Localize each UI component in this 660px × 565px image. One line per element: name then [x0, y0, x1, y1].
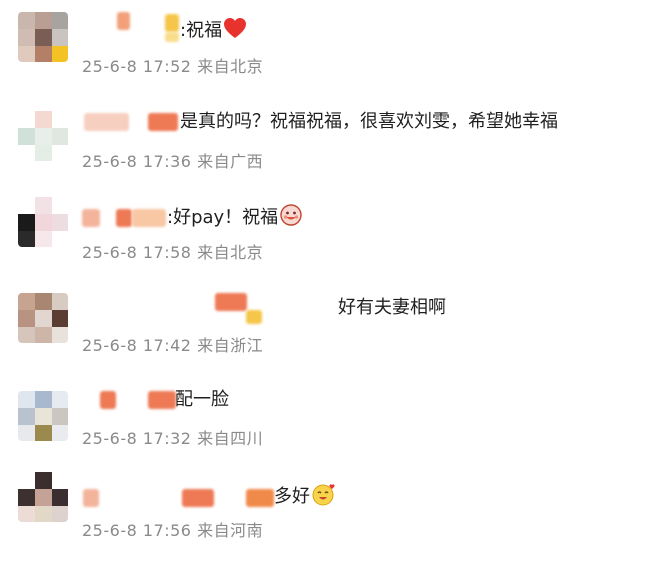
smiling-face-icon	[279, 203, 303, 233]
comment-text: 好有夫妻相啊	[338, 297, 446, 318]
location: 来自北京	[197, 243, 264, 262]
location: 来自北京	[197, 57, 264, 76]
username-blurred[interactable]	[132, 209, 166, 227]
username-blurred[interactable]	[215, 293, 247, 311]
comment-text: 是真的吗？祝福祝福，很喜欢刘雯，希望她幸福	[180, 111, 558, 132]
comment-meta: 25-6-8 17:32 来自四川	[82, 425, 263, 449]
username-blurred[interactable]	[117, 12, 130, 30]
comment-meta: 25-6-8 17:36 来自广西	[82, 148, 263, 172]
username-blurred[interactable]	[83, 489, 99, 507]
avatar[interactable]	[18, 197, 68, 247]
timestamp: 25-6-8 17:58	[82, 243, 192, 262]
username-blurred[interactable]	[182, 489, 214, 507]
comment-text: :好pay！祝福	[167, 203, 303, 233]
location: 来自河南	[197, 521, 264, 540]
comment-meta: 25-6-8 17:58 来自北京	[82, 239, 263, 263]
username-blurred[interactable]	[116, 209, 132, 227]
username-blurred[interactable]	[148, 113, 178, 131]
comment-meta: 25-6-8 17:56 来自河南	[82, 517, 263, 541]
comment-text: 配一脸	[175, 389, 229, 410]
username-blurred[interactable]	[246, 310, 262, 324]
username-blurred[interactable]	[82, 209, 100, 227]
username-blurred[interactable]	[84, 113, 129, 131]
username-blurred[interactable]	[165, 32, 179, 42]
avatar[interactable]	[18, 111, 68, 161]
red-heart-icon	[223, 17, 247, 45]
comment-meta: 25-6-8 17:52 来自北京	[82, 53, 263, 77]
avatar[interactable]	[18, 391, 68, 441]
smiling-face-with-hearts-icon	[311, 482, 337, 512]
location: 来自广西	[197, 152, 264, 171]
comment-text: 多好	[274, 482, 337, 512]
username-blurred[interactable]	[148, 391, 176, 409]
avatar[interactable]	[18, 293, 68, 343]
timestamp: 25-6-8 17:52	[82, 57, 192, 76]
username-blurred[interactable]	[100, 391, 116, 409]
username-blurred[interactable]	[165, 14, 179, 32]
avatar[interactable]	[18, 472, 68, 522]
timestamp: 25-6-8 17:32	[82, 429, 192, 448]
location: 来自四川	[197, 429, 264, 448]
avatar[interactable]	[18, 12, 68, 62]
timestamp: 25-6-8 17:56	[82, 521, 192, 540]
username-blurred[interactable]	[246, 489, 274, 507]
timestamp: 25-6-8 17:36	[82, 152, 192, 171]
comment-meta: 25-6-8 17:42 来自浙江	[82, 332, 263, 356]
location: 来自浙江	[197, 336, 264, 355]
timestamp: 25-6-8 17:42	[82, 336, 192, 355]
comment-text: :祝福	[180, 17, 247, 45]
